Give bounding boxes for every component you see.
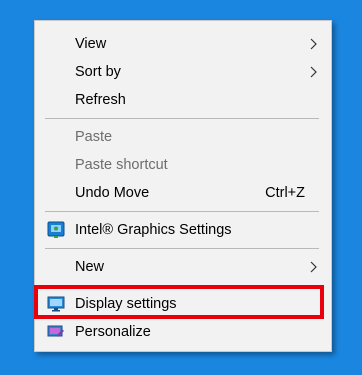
- menu-item-label: Paste shortcut: [75, 157, 168, 173]
- chevron-right-icon: [310, 38, 317, 50]
- menu-item-label: View: [75, 36, 107, 52]
- menu-separator: [45, 211, 319, 212]
- menu-item-undo-move[interactable]: Undo Move Ctrl+Z: [35, 179, 331, 207]
- menu-item-view[interactable]: View: [35, 30, 331, 58]
- menu-item-shortcut: Ctrl+Z: [265, 185, 305, 201]
- menu-item-label: Undo Move: [75, 185, 150, 201]
- menu-item-new[interactable]: New: [35, 253, 331, 281]
- menu-separator: [45, 248, 319, 249]
- menu-separator: [45, 118, 319, 119]
- personalize-icon: [47, 325, 64, 337]
- chevron-right-icon: [310, 66, 317, 78]
- menu-item-label: Personalize: [75, 324, 151, 340]
- menu-item-personalize[interactable]: Personalize: [35, 318, 331, 346]
- menu-item-label: Intel® Graphics Settings: [75, 222, 232, 238]
- menu-item-sort-by[interactable]: Sort by: [35, 58, 331, 86]
- menu-item-label: Refresh: [75, 92, 126, 108]
- menu-item-intel-graphics-settings[interactable]: Intel® Graphics Settings: [35, 216, 331, 244]
- intel-graphics-icon: [47, 221, 65, 238]
- menu-item-paste[interactable]: Paste: [35, 123, 331, 151]
- chevron-right-icon: [310, 261, 317, 273]
- menu-item-refresh[interactable]: Refresh: [35, 86, 331, 114]
- menu-item-label: Paste: [75, 129, 113, 145]
- menu-item-label: New: [75, 259, 105, 275]
- menu-item-label: Sort by: [75, 64, 121, 80]
- display-settings-highlight-box: [34, 285, 324, 319]
- menu-item-paste-shortcut[interactable]: Paste shortcut: [35, 151, 331, 179]
